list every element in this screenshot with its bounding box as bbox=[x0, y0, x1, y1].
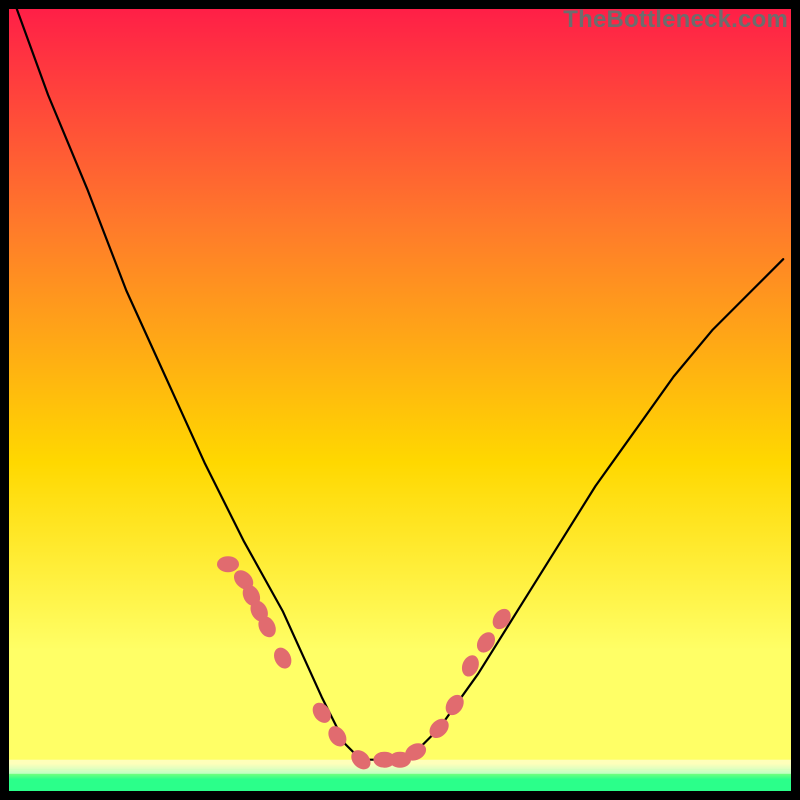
bottom-stripe-1 bbox=[9, 769, 791, 774]
chart-svg bbox=[0, 0, 800, 800]
curve-marker bbox=[217, 556, 239, 572]
watermark-text: TheBottleneck.com bbox=[563, 6, 788, 34]
chart-background bbox=[9, 9, 791, 791]
chart-frame: TheBottleneck.com bbox=[0, 0, 800, 800]
